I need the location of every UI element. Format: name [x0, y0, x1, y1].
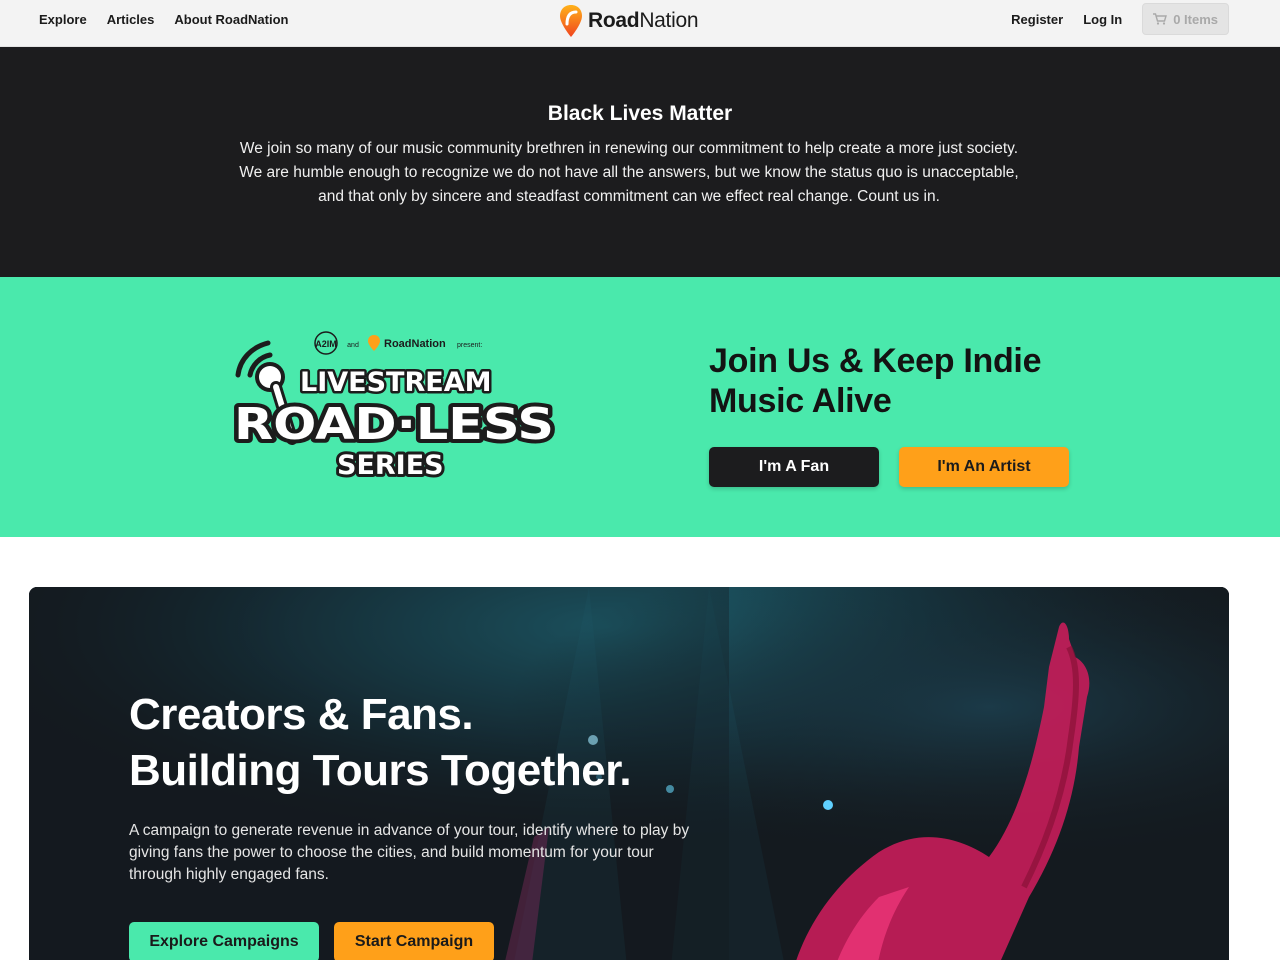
top-navbar: Explore Articles About RoadNation RoadNa…: [0, 0, 1280, 47]
livestream-promo: A2IM and RoadNation present: LIVESTREAM …: [0, 277, 1280, 537]
svg-text:and: and: [347, 342, 359, 349]
nav-about-link[interactable]: About RoadNation: [174, 12, 288, 27]
hero-heading-line-1: Creators & Fans.: [129, 690, 474, 739]
blm-title: Black Lives Matter: [547, 102, 733, 125]
brand-name: RoadNation: [588, 9, 699, 32]
blm-statement: We join so many of our music community b…: [239, 140, 1019, 205]
presenters-line: A2IM and RoadNation present:: [314, 331, 482, 355]
nav-right: Register Log In 0 Items: [1011, 3, 1229, 35]
blm-banner: Black Lives Matter We join so many of ou…: [0, 47, 1280, 277]
svg-text:ROAD·LESS: ROAD·LESS: [234, 399, 554, 450]
hero-heading-line-2: Building Tours Together.: [129, 746, 632, 795]
svg-text:LIVESTREAM: LIVESTREAM: [300, 367, 491, 398]
hero-heading: Creators & Fans. Building Tours Together…: [129, 687, 632, 799]
hero-section: Creators & Fans. Building Tours Together…: [29, 587, 1229, 960]
svg-text:A2IM: A2IM: [315, 339, 337, 349]
fan-button[interactable]: I'm A Fan: [709, 447, 879, 487]
promo-heading: Join Us & Keep Indie Music Alive: [709, 342, 1042, 420]
register-link[interactable]: Register: [1011, 12, 1063, 27]
nav-left-links: Explore Articles About RoadNation: [39, 12, 288, 27]
brand-logo[interactable]: RoadNation: [558, 3, 699, 39]
svg-text:SERIES: SERIES: [337, 450, 444, 481]
explore-campaigns-button[interactable]: Explore Campaigns: [129, 922, 319, 960]
nav-explore-link[interactable]: Explore: [39, 12, 87, 27]
svg-text:present:: present:: [457, 342, 482, 349]
hero-description: A campaign to generate revenue in advanc…: [129, 822, 690, 883]
cart-button[interactable]: 0 Items: [1142, 3, 1229, 35]
artist-button[interactable]: I'm An Artist: [899, 447, 1069, 487]
login-link[interactable]: Log In: [1083, 12, 1122, 27]
svg-text:RoadNation: RoadNation: [384, 338, 446, 350]
livestream-series-logo[interactable]: A2IM and RoadNation present: LIVESTREAM …: [230, 329, 560, 489]
cart-count: 0 Items: [1173, 11, 1218, 27]
roadnation-pin-icon: [560, 5, 582, 37]
start-campaign-button[interactable]: Start Campaign: [334, 922, 494, 960]
nav-articles-link[interactable]: Articles: [107, 12, 155, 27]
cart-icon: [1153, 13, 1168, 25]
